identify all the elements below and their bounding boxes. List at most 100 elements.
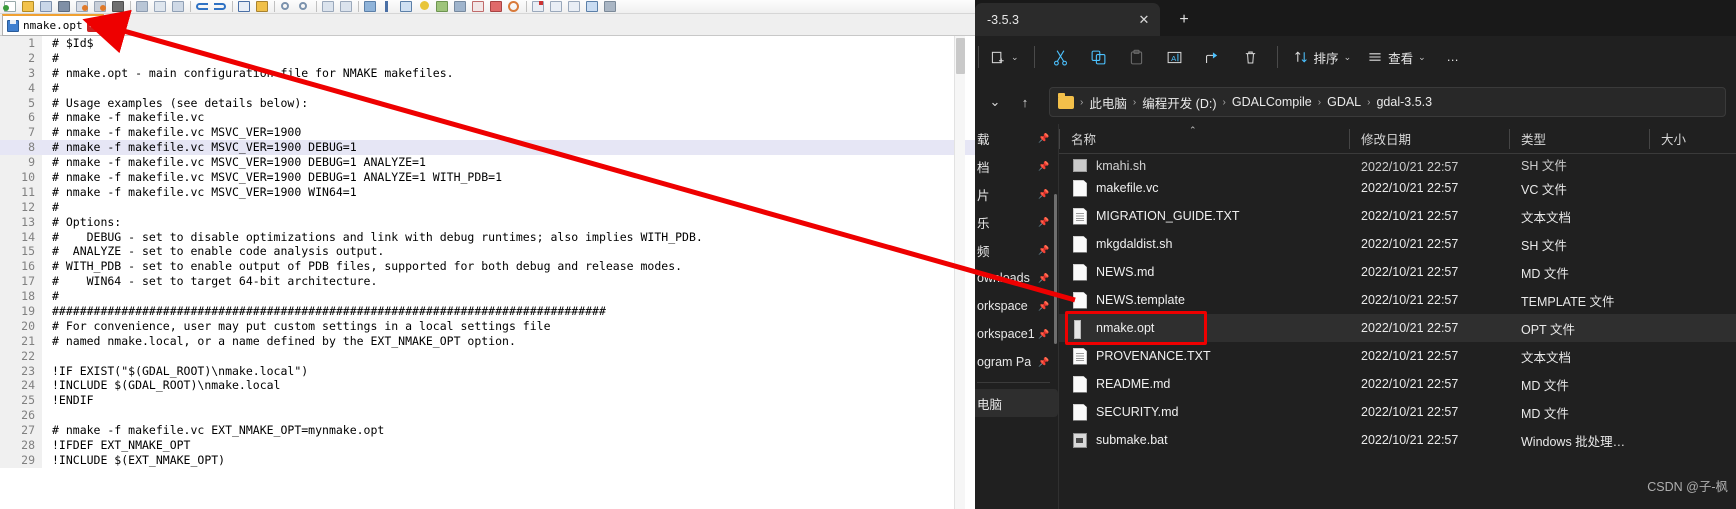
nav-item[interactable]: 频 📌 [975, 236, 1058, 264]
zoom-out-icon[interactable] [296, 0, 313, 13]
code-line[interactable]: 19 ######################################… [0, 304, 975, 319]
stop-icon[interactable] [488, 0, 505, 13]
code-line[interactable]: 16 # WITH_PDB - set to enable output of P… [0, 259, 975, 275]
code-line[interactable]: 4 # [0, 80, 975, 96]
table-row[interactable]: PROVENANCE.TXT 2022/10/21 22:57 文本文档 [1059, 342, 1736, 370]
zoom-in-icon[interactable] [278, 0, 295, 13]
plugin-icon[interactable] [602, 0, 619, 13]
code-line[interactable]: 11 # nmake -f makefile.vc MSVC_VER=1900 W… [0, 184, 975, 200]
breadcrumb[interactable]: › 此电脑 › 编程开发 (D:) › GDALCompile › GDAL › gdal-3.5… [1049, 87, 1726, 117]
view-button[interactable]: 查看 ⌄ [1359, 41, 1434, 73]
table-row[interactable]: submake.bat 2022/10/21 22:57 Windows 批处理… [1059, 426, 1736, 454]
breadcrumb-item[interactable]: 编程开发 (D:) [1142, 93, 1216, 112]
column-header-type[interactable]: 类型 [1509, 124, 1649, 154]
breadcrumb-item[interactable]: gdal-3.5.3 [1376, 95, 1432, 109]
nav-item[interactable]: 片 📌 [975, 180, 1058, 208]
code-line[interactable]: 22 [0, 348, 975, 364]
editor-tab-nmake-opt[interactable]: nmake.opt ✕ [2, 14, 104, 36]
nav-item[interactable]: ownloads 📌 [975, 264, 1058, 292]
file-list-rows[interactable]: kmahi.sh 2022/10/21 22:57 SH 文件 makefile.vc… [1059, 154, 1736, 509]
new-tab-button[interactable]: + [1171, 7, 1197, 33]
nav-item[interactable]: orkspace1 📌 [975, 320, 1058, 348]
table-row[interactable]: SECURITY.md 2022/10/21 22:57 MD 文件 [1059, 398, 1736, 426]
nav-item-this-pc[interactable]: 电脑 [975, 389, 1058, 417]
code-line[interactable]: 9 # nmake -f makefile.vc MSVC_VER=1900 DE… [0, 155, 975, 171]
nav-item[interactable]: ogram Pa 📌 [975, 348, 1058, 376]
record-icon[interactable] [506, 0, 523, 13]
pilcrow-icon[interactable] [380, 0, 397, 13]
outdent-icon[interactable] [338, 0, 355, 13]
code-line[interactable]: 15 # ANALYZE - set to enable code analysi… [0, 244, 975, 260]
save-icon[interactable] [38, 0, 55, 13]
editor-vertical-scrollbar[interactable] [954, 36, 965, 509]
breadcrumb-item[interactable]: GDALCompile [1232, 95, 1312, 109]
delete-button[interactable] [1232, 41, 1270, 73]
table-row[interactable]: kmahi.sh 2022/10/21 22:57 SH 文件 [1059, 154, 1736, 174]
cut-button[interactable] [1042, 41, 1080, 73]
code-line[interactable]: 6 # nmake -f makefile.vc [0, 110, 975, 126]
close-all-icon[interactable] [92, 0, 109, 13]
chevron-down-icon[interactable]: ⌄ [1011, 52, 1019, 63]
save-all-icon[interactable] [56, 0, 73, 13]
table-row[interactable]: NEWS.template 2022/10/21 22:57 TEMPLATE 文件 [1059, 286, 1736, 314]
nav-item[interactable]: 载 📌 [975, 124, 1058, 152]
navigation-pane[interactable]: 载 📌 档 📌 片 📌 乐 📌 频 📌 ownloads 📌 orkspace 📌 orkspace1 📌 og… [975, 124, 1059, 509]
clone-icon[interactable] [452, 0, 469, 13]
code-line[interactable]: 24 !INCLUDE $(GDAL_ROOT)\nmake.local [0, 378, 975, 394]
chevron-down-icon[interactable]: ⌄ [1418, 52, 1426, 63]
up-button[interactable]: ↑ [1011, 88, 1039, 116]
paste-button[interactable] [1118, 41, 1156, 73]
code-line[interactable]: 2 # [0, 50, 975, 66]
breadcrumb-item[interactable]: 此电脑 [1089, 93, 1127, 112]
code-text-area[interactable]: 1 # $Id$ 2 #3 # nmake.opt - main configurati… [0, 36, 975, 509]
rename-button[interactable]: A [1156, 41, 1194, 73]
code-line[interactable]: 14 # DEBUG - set to disable optimizations… [0, 229, 975, 245]
wrap-icon[interactable] [362, 0, 379, 13]
code-line[interactable]: 3 # nmake.opt - main configuration file f… [0, 65, 975, 81]
copy-icon[interactable] [152, 0, 169, 13]
editor-toolbar[interactable] [0, 0, 975, 14]
code-line[interactable]: 1 # $Id$ [0, 36, 975, 51]
macro2-icon[interactable] [548, 0, 565, 13]
macro4-icon[interactable] [584, 0, 601, 13]
column-header-date[interactable]: 修改日期 [1349, 124, 1509, 154]
map-icon[interactable] [434, 0, 451, 13]
nav-item[interactable]: 档 📌 [975, 152, 1058, 180]
pencil-icon[interactable] [470, 0, 487, 13]
code-line[interactable]: 10 # nmake -f makefile.vc MSVC_VER=1900 D… [0, 170, 975, 185]
open-folder-icon[interactable] [20, 0, 37, 13]
share-button[interactable] [1194, 41, 1232, 73]
indent-guide-icon[interactable] [398, 0, 415, 13]
code-line[interactable]: 18 # [0, 289, 975, 305]
indent-icon[interactable] [320, 0, 337, 13]
paste-icon[interactable] [170, 0, 187, 13]
explorer-tab[interactable]: -3.5.3 ✕ [975, 3, 1160, 36]
scrollbar-thumb[interactable] [956, 38, 965, 74]
close-file-icon[interactable] [74, 0, 91, 13]
code-line[interactable]: 17 # WIN64 - set to target 64-bit archite… [0, 274, 975, 290]
table-row[interactable]: mkgdaldist.sh 2022/10/21 22:57 SH 文件 [1059, 230, 1736, 258]
macro3-icon[interactable] [566, 0, 583, 13]
nav-scrollbar-thumb[interactable] [1054, 194, 1057, 344]
find-icon[interactable] [236, 0, 253, 13]
chevron-down-icon[interactable]: ⌄ [1344, 52, 1352, 63]
macro1-icon[interactable] [530, 0, 547, 13]
table-row[interactable]: README.md 2022/10/21 22:57 MD 文件 [1059, 370, 1736, 398]
code-line[interactable]: 27 # nmake -f makefile.vc EXT_NMAKE_OPT=m… [0, 423, 975, 439]
new-item-button[interactable]: ⌄ [983, 41, 1027, 73]
file-list-header[interactable]: 名称 ⌃ 修改日期 类型 大小 [1059, 124, 1736, 154]
more-button[interactable]: … [1434, 41, 1472, 73]
code-line[interactable]: 23 !IF EXIST("$(GDAL_ROOT)\nmake.local") [0, 363, 975, 379]
code-line[interactable]: 28 !IFDEF EXT_NMAKE_OPT [0, 438, 975, 453]
table-row[interactable]: MIGRATION_GUIDE.TXT 2022/10/21 22:57 文本文档 [1059, 202, 1736, 230]
column-header-name[interactable]: 名称 ⌃ [1059, 124, 1349, 154]
table-row[interactable]: makefile.vc 2022/10/21 22:57 VC 文件 [1059, 174, 1736, 202]
history-dropdown-button[interactable]: ⌄ [981, 88, 1009, 116]
replace-icon[interactable] [254, 0, 271, 13]
code-line[interactable]: 21 # named nmake.local, or a name defined… [0, 333, 975, 349]
table-row[interactable]: NEWS.md 2022/10/21 22:57 MD 文件 [1059, 258, 1736, 286]
nav-item[interactable]: orkspace 📌 [975, 292, 1058, 320]
close-red-icon[interactable]: ✕ [86, 19, 99, 32]
code-line[interactable]: 5 # Usage examples (see details below): [0, 95, 975, 111]
code-line[interactable]: 7 # nmake -f makefile.vc MSVC_VER=1900 [0, 125, 975, 141]
